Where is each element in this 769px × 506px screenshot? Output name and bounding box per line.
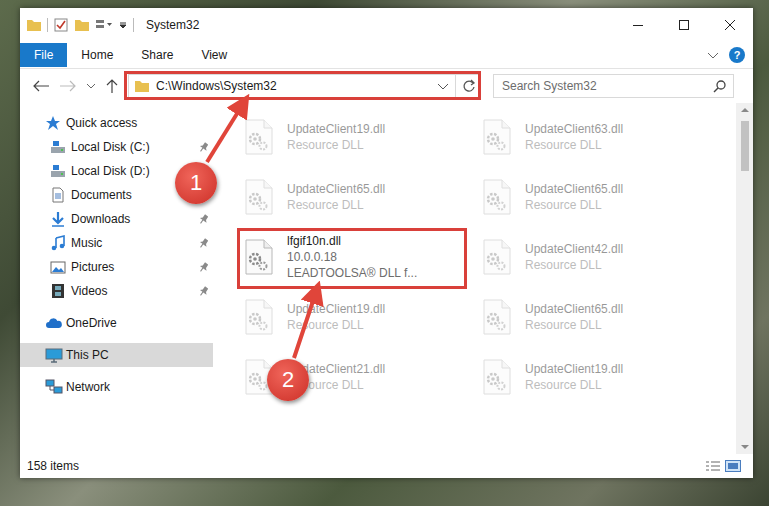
dll-file-icon bbox=[481, 179, 513, 215]
item-count: 158 items bbox=[27, 459, 79, 473]
file-tile[interactable]: UpdateClient65.dll Resource DLL bbox=[478, 167, 716, 227]
address-highlight-box bbox=[124, 71, 481, 100]
ribbon-tab[interactable]: View bbox=[187, 48, 241, 62]
details-view-icon[interactable] bbox=[705, 460, 721, 472]
file-highlight-box bbox=[237, 228, 467, 289]
properties-icon[interactable] bbox=[53, 17, 69, 33]
nav-item[interactable]: Network bbox=[20, 375, 213, 399]
file-tile[interactable]: UpdateClient65.dll Resource DLL bbox=[240, 167, 478, 227]
customize-icon[interactable] bbox=[95, 18, 113, 32]
folder-icon bbox=[26, 18, 42, 32]
vertical-scrollbar[interactable] bbox=[736, 103, 753, 454]
address-bar[interactable]: C:\Windows\System32 bbox=[128, 74, 481, 98]
address-dropdown-icon[interactable] bbox=[437, 81, 449, 91]
help-button[interactable]: ? bbox=[729, 47, 745, 63]
navigation-pane: Quick access Local Disk (C:) Local Disk … bbox=[20, 103, 213, 454]
dll-file-icon bbox=[481, 299, 513, 335]
nav-item[interactable]: Local Disk (C:) bbox=[20, 135, 213, 159]
file-tile[interactable]: UpdateClient65.dll Resource DLL bbox=[478, 287, 716, 347]
dropdown-icon[interactable] bbox=[118, 18, 128, 32]
main-area: Quick access Local Disk (C:) Local Disk … bbox=[20, 103, 753, 454]
nav-item[interactable]: Downloads bbox=[20, 207, 213, 231]
file-tile[interactable]: UpdateClient63.dll Resource DLL bbox=[478, 107, 716, 167]
dll-file-icon bbox=[243, 239, 275, 275]
ribbon-tabs: FileHomeShareView ? bbox=[20, 42, 753, 69]
minimize-button[interactable] bbox=[615, 10, 661, 40]
drive-icon bbox=[50, 163, 66, 179]
pin-icon bbox=[198, 214, 208, 224]
file-tile[interactable]: lfgif10n.dll 10.0.0.18LEADTOOLSA® DLL f.… bbox=[240, 227, 478, 287]
dll-file-icon bbox=[243, 299, 275, 335]
close-button[interactable] bbox=[707, 10, 753, 40]
minimize-icon bbox=[633, 20, 643, 30]
annotation-arrows-icon bbox=[0, 0, 769, 506]
window-title: System32 bbox=[146, 18, 199, 32]
dll-file-icon bbox=[243, 179, 275, 215]
forward-icon[interactable] bbox=[59, 79, 77, 93]
dll-file-icon bbox=[481, 239, 513, 275]
back-icon[interactable] bbox=[32, 79, 50, 93]
file-tile[interactable]: UpdateClient19.dll Resource DLL bbox=[240, 287, 478, 347]
download-icon bbox=[50, 211, 66, 227]
scroll-down-icon[interactable] bbox=[741, 444, 749, 450]
search-icon bbox=[713, 79, 727, 93]
file-tile[interactable]: UpdateClient19.dll Resource DLL bbox=[240, 107, 478, 167]
maximize-icon bbox=[679, 20, 689, 30]
network-icon bbox=[45, 379, 63, 395]
quick-access-toolbar bbox=[26, 17, 134, 33]
pin-icon bbox=[198, 238, 208, 248]
address-path: C:\Windows\System32 bbox=[156, 79, 431, 93]
folder-icon bbox=[134, 79, 150, 93]
maximize-button[interactable] bbox=[661, 10, 707, 40]
up-icon[interactable] bbox=[105, 78, 119, 94]
music-icon bbox=[50, 235, 66, 251]
scroll-up-icon[interactable] bbox=[741, 107, 749, 113]
nav-item[interactable]: Pictures bbox=[20, 255, 213, 279]
title-bar: System32 bbox=[20, 8, 753, 42]
tiles-view-icon[interactable] bbox=[725, 460, 741, 472]
refresh-icon[interactable] bbox=[462, 79, 476, 93]
dll-file-icon bbox=[481, 119, 513, 155]
nav-item[interactable]: Videos bbox=[20, 279, 213, 303]
close-icon bbox=[725, 20, 735, 30]
dll-file-icon bbox=[243, 119, 275, 155]
recent-icon[interactable] bbox=[86, 81, 96, 91]
nav-item[interactable]: Music bbox=[20, 231, 213, 255]
new-folder-icon[interactable] bbox=[74, 18, 90, 32]
pin-icon bbox=[198, 262, 208, 272]
desktop-background: System32 FileHomeShareView ? C:\Windows\… bbox=[0, 0, 769, 506]
file-tab[interactable]: File bbox=[20, 43, 67, 67]
pin-icon bbox=[198, 286, 208, 296]
window-controls bbox=[615, 10, 753, 40]
step-badge: 1 bbox=[175, 162, 217, 204]
expand-ribbon-icon[interactable] bbox=[707, 50, 719, 60]
explorer-window: System32 FileHomeShareView ? C:\Windows\… bbox=[20, 8, 753, 478]
document-icon bbox=[50, 187, 66, 203]
nav-item[interactable]: Quick access bbox=[20, 111, 213, 135]
ribbon-tab[interactable]: Home bbox=[67, 48, 127, 62]
cloud-icon bbox=[45, 315, 63, 331]
nav-item[interactable]: OneDrive bbox=[20, 311, 213, 335]
step-badge: 2 bbox=[267, 359, 309, 401]
computer-icon bbox=[45, 347, 63, 363]
film-icon bbox=[50, 283, 66, 299]
drive-icon bbox=[50, 139, 66, 155]
file-list: UpdateClient19.dll Resource DLL UpdateCl… bbox=[213, 103, 736, 454]
search-field[interactable]: Search System32 bbox=[493, 74, 734, 98]
file-tile[interactable]: UpdateClient19.dll Resource DLL bbox=[478, 347, 716, 407]
status-bar: 158 items bbox=[20, 454, 753, 478]
pin-icon bbox=[198, 142, 208, 152]
dll-file-icon bbox=[481, 359, 513, 395]
scroll-thumb[interactable] bbox=[741, 121, 749, 171]
pictures-icon bbox=[50, 259, 66, 275]
star-icon bbox=[45, 115, 61, 131]
file-tile[interactable]: UpdateClient42.dll Resource DLL bbox=[478, 227, 716, 287]
ribbon-tab[interactable]: Share bbox=[127, 48, 187, 62]
nav-item[interactable]: This PC bbox=[20, 343, 213, 367]
search-placeholder: Search System32 bbox=[502, 79, 713, 93]
